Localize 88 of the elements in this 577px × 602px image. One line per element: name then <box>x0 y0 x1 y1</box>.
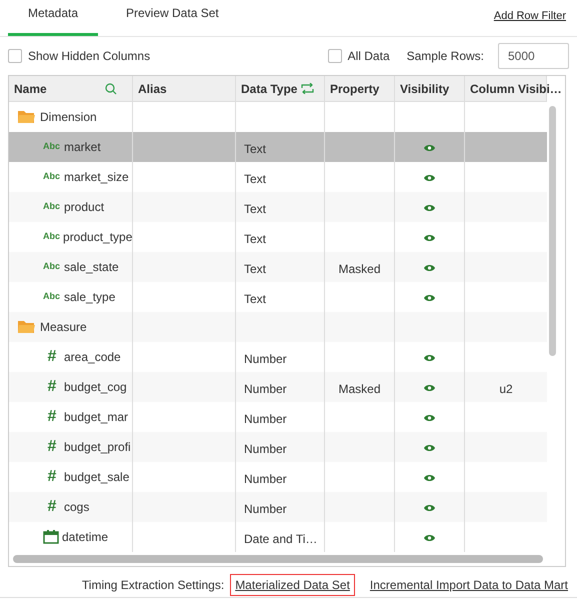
table-row[interactable]: Abc sale_state Text Masked <box>9 252 547 282</box>
table-row[interactable]: # budget_cog Number Masked u2 <box>9 372 547 402</box>
field-name: budget_cog <box>64 379 127 396</box>
eye-icon[interactable] <box>424 354 435 362</box>
column-header[interactable]: Visibility <box>400 80 450 98</box>
table-row[interactable]: Measure <box>9 312 547 342</box>
hash-icon: # <box>43 499 61 515</box>
eye-icon[interactable] <box>424 234 435 242</box>
field-name: sale_state <box>64 259 119 276</box>
table-cell-text: Masked <box>338 261 381 278</box>
hash-icon: # <box>43 409 61 425</box>
eye-icon[interactable] <box>424 474 435 482</box>
table-row[interactable]: # cogs Number <box>9 492 547 522</box>
field-name: product <box>64 199 104 216</box>
table-row[interactable]: Abc product Text <box>9 192 547 222</box>
table-cell-text: Text <box>244 171 266 188</box>
field-name: market <box>64 139 101 156</box>
table-cell-text: Masked <box>338 381 381 398</box>
field-name: budget_mar <box>64 409 128 426</box>
calendar-icon <box>43 530 59 544</box>
field-name: budget_profi <box>64 439 131 456</box>
eye-icon[interactable] <box>424 144 435 152</box>
search-icon[interactable] <box>105 82 117 94</box>
table-cell-text: u2 <box>499 381 513 398</box>
extraction-link[interactable]: Materialized Data Set <box>230 574 355 596</box>
checkbox[interactable] <box>8 49 22 63</box>
sample-rows-label: Sample Rows: <box>406 48 484 65</box>
field-name: Dimension <box>40 109 97 126</box>
table-cell-text: Text <box>244 291 266 308</box>
abc-icon: Abc <box>43 290 61 304</box>
eye-icon[interactable] <box>424 384 435 392</box>
sample-rows-field[interactable]: 5000 <box>498 43 569 69</box>
eye-icon[interactable] <box>424 504 435 512</box>
field-name: product_type <box>63 229 132 246</box>
eye-icon[interactable] <box>424 174 435 182</box>
abc-icon: Abc <box>43 200 61 214</box>
eye-icon[interactable] <box>424 204 435 212</box>
column-header[interactable]: Name <box>14 80 47 98</box>
folder-icon <box>18 110 35 124</box>
table-cell-text: Number <box>244 501 287 518</box>
column-header[interactable]: Data Type <box>241 80 298 98</box>
hash-icon: # <box>43 439 61 455</box>
table-row[interactable]: # budget_profi Number <box>9 432 547 462</box>
hash-icon: # <box>43 349 61 365</box>
table-cell-text: Text <box>244 231 266 248</box>
abc-icon: Abc <box>43 260 61 274</box>
eye-icon[interactable] <box>424 294 435 302</box>
field-name: sale_type <box>64 289 116 306</box>
table-cell-text: Text <box>244 261 266 278</box>
abc-icon: Abc <box>43 170 61 184</box>
hash-icon: # <box>43 379 61 395</box>
field-name: datetime <box>62 529 108 546</box>
table-cell-text: Number <box>244 381 287 398</box>
eye-icon[interactable] <box>424 444 435 452</box>
table-cell-text: Text <box>244 141 266 158</box>
timing-label: Timing Extraction Settings: <box>82 576 224 594</box>
tab[interactable]: Preview Data Set <box>106 0 239 36</box>
eye-icon[interactable] <box>424 534 435 542</box>
field-name: Measure <box>40 319 87 336</box>
field-name: market_size <box>64 169 129 186</box>
checkbox-label: All Data <box>348 48 390 65</box>
eye-icon[interactable] <box>424 264 435 272</box>
field-name: cogs <box>64 499 90 516</box>
eye-icon[interactable] <box>424 414 435 422</box>
column-header[interactable]: Property <box>330 80 380 98</box>
table-cell-text: Number <box>244 351 287 368</box>
field-name: budget_sale <box>64 469 130 486</box>
column-header[interactable]: Alias <box>138 80 167 98</box>
table-cell-text: Text <box>244 201 266 218</box>
vertical-scrollbar[interactable] <box>549 106 556 356</box>
add-row-filter-link[interactable]: Add Row Filter <box>494 8 566 24</box>
checkbox-label: Show Hidden Columns <box>28 48 150 65</box>
extraction-link[interactable]: Incremental Import Data to Data Mart <box>364 574 573 596</box>
horizontal-scrollbar[interactable] <box>13 555 543 563</box>
folder-icon <box>18 320 35 334</box>
table-cell-text: Number <box>244 411 287 428</box>
swap-icon[interactable] <box>301 83 314 94</box>
hash-icon: # <box>43 469 61 485</box>
table-cell-text: Number <box>244 441 287 458</box>
table-row[interactable]: Abc market Text <box>9 132 547 162</box>
abc-icon: Abc <box>43 230 60 244</box>
table-cell-text: Number <box>244 471 287 488</box>
tab[interactable]: Metadata <box>8 0 98 36</box>
field-name: area_code <box>64 349 121 366</box>
column-header[interactable]: Column Visibi… <box>470 80 562 98</box>
table-cell-text: Date and Ti… <box>244 531 318 548</box>
abc-icon: Abc <box>43 140 61 154</box>
checkbox[interactable] <box>328 49 342 63</box>
